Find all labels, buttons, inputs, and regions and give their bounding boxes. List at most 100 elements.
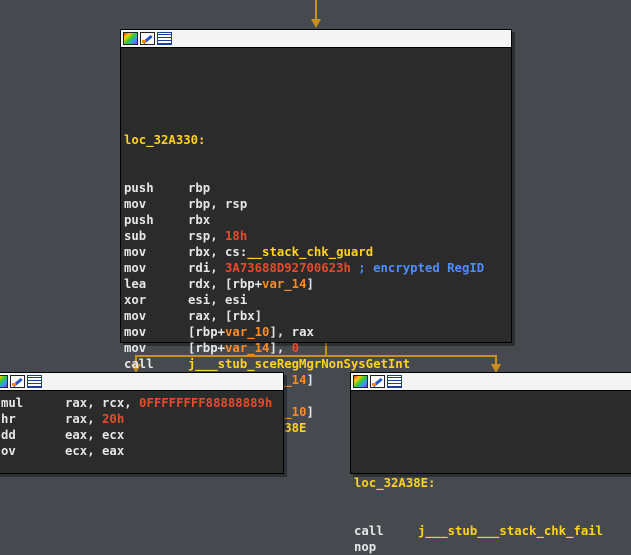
operand-text: ]	[306, 405, 314, 419]
operand-text: rbp, rsp	[188, 197, 248, 211]
stack-variable[interactable]: var_14	[262, 277, 306, 291]
operands: rax, rcx, 0FFFFFFFF88888889h	[65, 395, 272, 411]
mnemonic: mov	[124, 261, 147, 275]
operand-text: rdx, [rbp+	[188, 277, 263, 291]
mnemonic: mul	[1, 396, 24, 410]
node-header	[351, 373, 631, 391]
edit-icon[interactable]	[140, 32, 155, 45]
operands: ecx, eax	[65, 443, 124, 459]
operand-text: ecx, eax	[65, 444, 125, 458]
instruction-line[interactable]: mov [rbp+var_10], rax	[124, 324, 511, 340]
symbol-reference[interactable]: j___stub___stack_chk_fail	[418, 524, 603, 538]
stack-variable[interactable]: var_10	[225, 325, 269, 339]
instruction-line[interactable]: mov rdi, 3A73688D92700623h ; encrypted Re…	[124, 260, 511, 276]
mnemonic: push	[124, 213, 154, 227]
instruction-line[interactable]: push rbx	[124, 212, 511, 228]
mnemonic: mov	[124, 197, 147, 211]
instruction-line[interactable]: dd eax, ecx	[1, 427, 283, 443]
operand-text: eax, ecx	[65, 428, 125, 442]
instruction-line[interactable]: nop	[354, 539, 631, 555]
mnemonic: call	[124, 357, 154, 371]
mnemonic: call	[354, 524, 384, 538]
immediate-value: 18h	[225, 229, 248, 243]
node-header	[0, 373, 283, 391]
operands: rbp, rsp	[188, 196, 247, 212]
color-graph-icon[interactable]	[0, 375, 8, 388]
immediate-value: 20h	[102, 412, 125, 426]
node-header	[121, 30, 511, 48]
incoming-edge	[315, 0, 317, 19]
operand-text: rbp	[188, 181, 211, 195]
operands: rdx, [rbp+var_14]	[188, 276, 314, 292]
mnemonic: lea	[124, 277, 147, 291]
mnemonic: xor	[124, 293, 147, 307]
instruction-line[interactable]: mov rbp, rsp	[124, 196, 511, 212]
graph-node-right[interactable]: loc_32A38E: call j___stub___stack_chk_fai…	[350, 372, 631, 554]
color-graph-icon[interactable]	[123, 32, 138, 45]
edit-icon[interactable]	[370, 375, 385, 388]
mnemonic: dd	[1, 428, 16, 442]
operands: [rbp+var_10], rax	[188, 324, 314, 340]
instruction-line[interactable]: lea rdx, [rbp+var_14]	[124, 276, 511, 292]
instruction-line[interactable]: mov [rbp+var_14], 0	[124, 340, 511, 356]
operand-text: rax,	[65, 412, 103, 426]
mnemonic: sub	[124, 229, 147, 243]
operand-text: rsp,	[188, 229, 226, 243]
comment: ; encrypted RegID	[350, 261, 485, 275]
operands: rax, [rbx]	[188, 308, 262, 324]
mnemonic: hr	[1, 412, 16, 426]
mnemonic: push	[124, 181, 154, 195]
operand-text: rax, [rbx]	[188, 309, 263, 323]
operands: rbp	[188, 180, 210, 196]
mnemonic: nop	[354, 540, 377, 554]
operands: rbx, cs:__stack_chk_guard	[188, 244, 373, 260]
symbol-reference[interactable]: __stack_chk_guard	[247, 245, 373, 259]
instruction-line[interactable]: sub rsp, 18h	[124, 228, 511, 244]
mnemonic: mov	[124, 309, 147, 323]
operand-text: ]	[306, 373, 314, 387]
table-icon[interactable]	[157, 32, 172, 45]
instruction-line[interactable]: call j___stub_sceRegMgrNonSysGetInt	[124, 356, 511, 372]
immediate-value: 3A73688D92700623h	[225, 261, 351, 275]
incoming-edge-arrow	[311, 19, 321, 28]
table-icon[interactable]	[27, 375, 42, 388]
instruction-line[interactable]: call j___stub___stack_chk_fail	[354, 523, 631, 539]
operands: eax, ecx	[65, 427, 124, 443]
immediate-value: 0FFFFFFFF88888889h	[139, 396, 273, 410]
operand-text: ],	[269, 341, 292, 355]
operands: j___stub___stack_chk_fail	[418, 523, 603, 539]
stack-variable[interactable]: var_14	[225, 341, 269, 355]
color-graph-icon[interactable]	[353, 375, 368, 388]
edit-icon[interactable]	[10, 375, 25, 388]
disasm-listing: loc_32A38E: call j___stub___stack_chk_fai…	[351, 391, 631, 555]
operand-text: rdi,	[188, 261, 226, 275]
operands: [rbp+var_14], 0	[188, 340, 299, 356]
operands: rdi, 3A73688D92700623h ; encrypted RegID	[188, 260, 484, 276]
operand-text: esi, esi	[188, 293, 248, 307]
operand-text: [rbp+	[188, 325, 226, 339]
disasm-listing: mul rax, rcx, 0FFFFFFFF88888889h hr rax, 20…	[0, 391, 283, 459]
operands: rsp, 18h	[188, 228, 247, 244]
block-label[interactable]: loc_32A330:	[124, 132, 205, 148]
instruction-line[interactable]: mov rax, [rbx]	[124, 308, 511, 324]
operand-text: rbx, cs:	[188, 245, 248, 259]
operand-text: rbx	[188, 213, 211, 227]
operands: j___stub_sceRegMgrNonSysGetInt	[188, 356, 410, 372]
instruction-line[interactable]: mov rbx, cs:__stack_chk_guard	[124, 244, 511, 260]
instruction-line[interactable]: push rbp	[124, 180, 511, 196]
instruction-line[interactable]: hr rax, 20h	[1, 411, 283, 427]
operand-text: ]	[306, 277, 314, 291]
symbol-reference[interactable]: j___stub_sceRegMgrNonSysGetInt	[188, 357, 410, 371]
graph-node-left[interactable]: mul rax, rcx, 0FFFFFFFF88888889h hr rax, 20…	[0, 372, 284, 474]
instruction-line[interactable]: xor esi, esi	[124, 292, 511, 308]
operands: esi, esi	[188, 292, 247, 308]
block-label[interactable]: loc_32A38E:	[354, 475, 435, 491]
operand-text: ], rax	[269, 325, 314, 339]
operands: rbx	[188, 212, 210, 228]
instruction-line[interactable]: mul rax, rcx, 0FFFFFFFF88888889h	[1, 395, 283, 411]
instruction-line[interactable]: ov ecx, eax	[1, 443, 283, 459]
table-icon[interactable]	[387, 375, 402, 388]
mnemonic: ov	[1, 444, 16, 458]
operands: rax, 20h	[65, 411, 124, 427]
graph-node-main[interactable]: loc_32A330: push rbp mov rbp, rsp push rbx sub…	[120, 29, 512, 435]
